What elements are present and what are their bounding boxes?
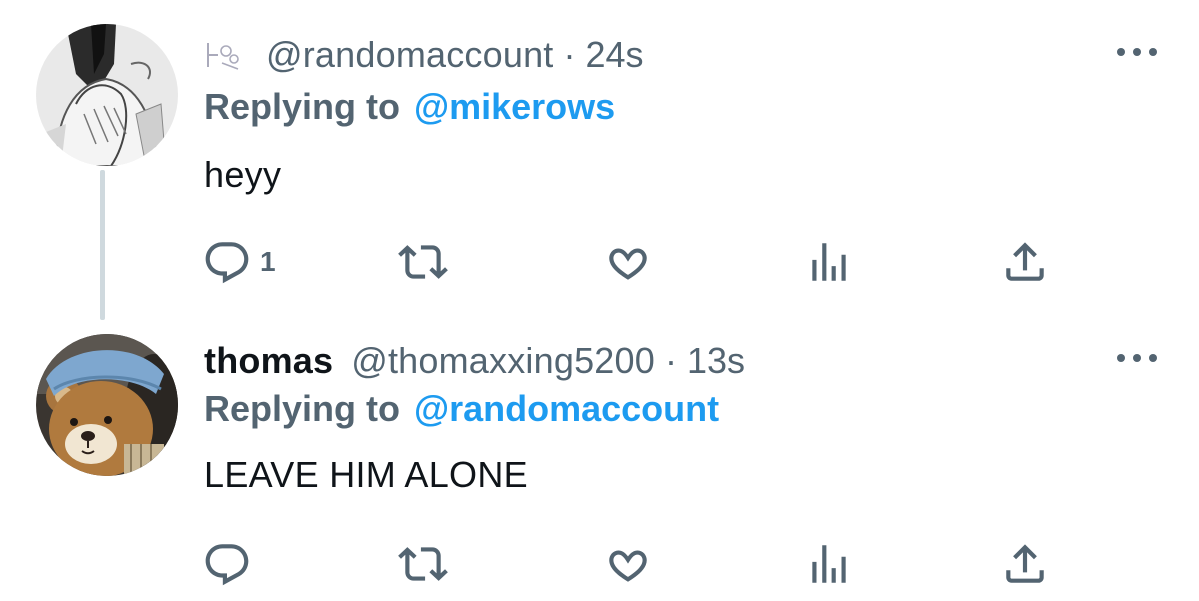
- more-dots-icon: [1133, 48, 1141, 56]
- share-icon: [1006, 544, 1044, 583]
- share-icon: [1006, 242, 1044, 281]
- separator-dot: ·: [664, 340, 677, 381]
- tweet-text: heyy: [204, 154, 282, 195]
- display-name[interactable]: thomas: [204, 340, 333, 382]
- share-button[interactable]: [1000, 534, 1050, 594]
- retweet-button[interactable]: [398, 232, 448, 292]
- more-dots-icon: [1117, 354, 1125, 362]
- heart-icon: [609, 248, 647, 280]
- tweet-actions: [0, 534, 1199, 594]
- reply-mention-link[interactable]: @mikerows: [414, 86, 615, 128]
- timestamp[interactable]: 24s: [586, 34, 644, 76]
- reply-icon: [205, 544, 249, 586]
- reply-icon: [205, 242, 249, 284]
- tweet-header: @randomaccount · 24s: [204, 30, 644, 80]
- retweet-button[interactable]: [398, 534, 448, 594]
- retweet-icon: [398, 245, 448, 279]
- like-button[interactable]: [603, 232, 653, 292]
- replying-to-line: Replying to @randomaccount: [204, 386, 719, 432]
- tweet-text: LEAVE HIM ALONE: [204, 454, 528, 495]
- user-handle[interactable]: @randomaccount: [266, 34, 554, 76]
- more-dots-icon: [1149, 48, 1157, 56]
- separator-dot: ·: [563, 34, 576, 75]
- like-button[interactable]: [603, 534, 653, 594]
- reply-count: 1: [260, 246, 276, 277]
- more-options-button[interactable]: [1117, 348, 1157, 368]
- views-button[interactable]: [804, 534, 854, 594]
- tweet-actions: 1: [0, 232, 1199, 292]
- reply-mention-link[interactable]: @randomaccount: [414, 388, 719, 430]
- manga-sketch-avatar: [36, 24, 178, 166]
- more-options-button[interactable]: [1117, 42, 1157, 62]
- tweet[interactable]: @randomaccount · 24s Replying to @mikero…: [0, 0, 1199, 320]
- retweet-icon: [398, 547, 448, 581]
- avatar[interactable]: [36, 24, 178, 166]
- replying-to-line: Replying to @mikerows: [204, 84, 615, 130]
- share-button[interactable]: [1000, 232, 1050, 292]
- views-icon: [812, 243, 846, 281]
- tweet-header: thomas @thomaxxing5200 · 13s: [204, 336, 745, 386]
- reply-button[interactable]: [202, 534, 260, 594]
- more-dots-icon: [1117, 48, 1125, 56]
- timestamp[interactable]: 13s: [687, 340, 745, 382]
- teddy-bear-avatar: [36, 334, 178, 476]
- flower-emoji-icon: [207, 43, 239, 70]
- avatar[interactable]: [36, 334, 178, 476]
- user-handle[interactable]: @thomaxxing5200: [351, 340, 655, 382]
- replying-to-label: Replying to: [204, 388, 400, 429]
- views-button[interactable]: [804, 232, 854, 292]
- views-icon: [812, 545, 846, 583]
- more-dots-icon: [1149, 354, 1157, 362]
- reply-button[interactable]: 1: [202, 232, 276, 292]
- replying-to-label: Replying to: [204, 86, 400, 127]
- tweet[interactable]: thomas @thomaxxing5200 · 13s Replying to…: [0, 320, 1199, 601]
- heart-icon: [609, 550, 647, 582]
- more-dots-icon: [1133, 354, 1141, 362]
